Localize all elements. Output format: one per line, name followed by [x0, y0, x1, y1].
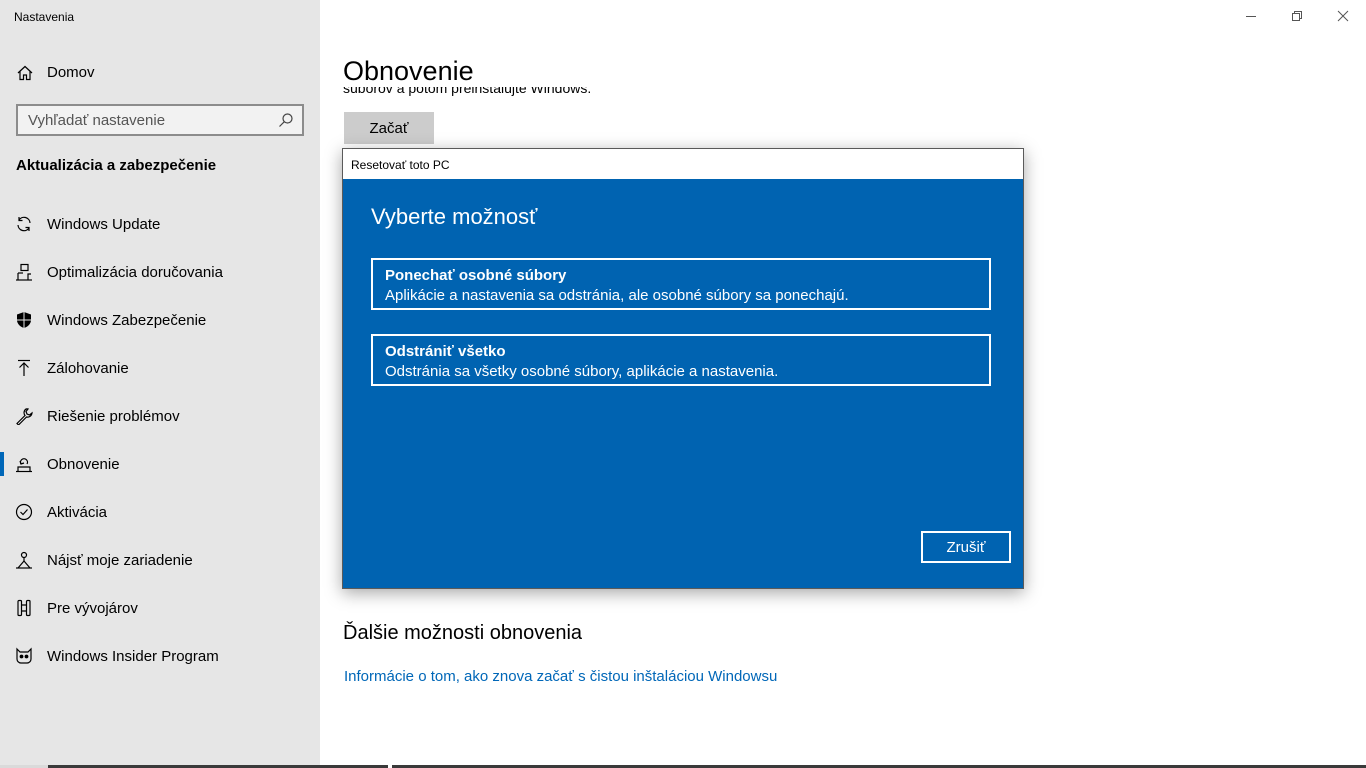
- sidebar-item-label: Pre vývojárov: [47, 600, 138, 617]
- sidebar-item-label: Windows Update: [47, 216, 161, 233]
- sidebar-item-label: Optimalizácia doručovania: [47, 264, 223, 281]
- sidebar-item-label: Nájsť moje zariadenie: [47, 552, 193, 569]
- close-icon: [1337, 10, 1349, 22]
- dialog-titlebar: Resetovať toto PC: [343, 149, 1023, 179]
- minimize-button[interactable]: [1228, 0, 1274, 32]
- start-button[interactable]: Začať: [344, 112, 434, 144]
- section-title: Aktualizácia a zabezpečenie: [16, 157, 217, 174]
- option-description: Odstránia sa všetky osobné súbory, aplik…: [385, 363, 779, 380]
- sidebar-item-windows-update[interactable]: Windows Update: [0, 200, 320, 248]
- sidebar-item-label: Aktivácia: [47, 504, 108, 521]
- page-title: Obnovenie: [343, 56, 474, 86]
- partial-description: súborov a potom preinštalujte Windows.: [343, 87, 592, 96]
- restore-icon: [1292, 11, 1302, 21]
- sidebar-item-find-device[interactable]: Nájsť moje zariadenie: [0, 536, 320, 584]
- refresh-icon: [15, 215, 33, 233]
- dialog-title: Resetovať toto PC: [351, 158, 450, 172]
- check-circle-icon: [15, 503, 33, 521]
- shield-icon: [15, 311, 33, 329]
- minimize-icon: [1246, 16, 1256, 17]
- search-input[interactable]: [18, 106, 272, 134]
- cancel-button[interactable]: Zrušiť: [921, 531, 1011, 563]
- sidebar-item-insider[interactable]: Windows Insider Program: [0, 632, 320, 680]
- option-title: Odstrániť všetko: [385, 343, 506, 360]
- home-icon: [16, 64, 34, 82]
- sidebar-item-backup[interactable]: Zálohovanie: [0, 344, 320, 392]
- keep-files-option[interactable]: Ponechať osobné súbory Aplikácie a nasta…: [371, 258, 991, 310]
- more-options-title: Ďalšie možnosti obnovenia: [343, 622, 583, 644]
- delivery-optimization-icon: [15, 263, 33, 281]
- sidebar-item-developers[interactable]: Pre vývojárov: [0, 584, 320, 632]
- sidebar-item-windows-security[interactable]: Windows Zabezpečenie: [0, 296, 320, 344]
- sidebar: Nastavenia Domov Aktualizácia a zabezpeč…: [0, 0, 320, 768]
- sidebar-item-activation[interactable]: Aktivácia: [0, 488, 320, 536]
- sidebar-item-label: Windows Zabezpečenie: [47, 312, 207, 329]
- search-icon[interactable]: [278, 112, 294, 128]
- sidebar-nav: Windows Update Optimalizácia doručovania…: [0, 200, 320, 680]
- sidebar-home[interactable]: Domov: [0, 56, 320, 90]
- clean-install-link[interactable]: Informácie o tom, ako znova začať s čist…: [344, 668, 777, 685]
- backup-arrow-icon: [15, 359, 33, 377]
- sidebar-item-label: Obnovenie: [47, 456, 120, 473]
- search-box[interactable]: [16, 104, 304, 136]
- sidebar-item-label: Riešenie problémov: [47, 408, 180, 425]
- person-pin-icon: [15, 551, 33, 569]
- sidebar-item-label: Windows Insider Program: [47, 648, 219, 665]
- dialog-heading: Vyberte možnosť: [371, 204, 538, 229]
- sidebar-item-delivery-optimization[interactable]: Optimalizácia doručovania: [0, 248, 320, 296]
- reset-pc-dialog: Resetovať toto PC Vyberte možnosť Ponech…: [342, 148, 1024, 589]
- app-title: Nastavenia: [14, 10, 75, 24]
- sidebar-item-troubleshoot[interactable]: Riešenie problémov: [0, 392, 320, 440]
- restore-button[interactable]: [1274, 0, 1320, 32]
- wrench-icon: [15, 407, 33, 426]
- sidebar-home-label: Domov: [47, 64, 95, 81]
- sidebar-item-label: Zálohovanie: [47, 360, 129, 377]
- option-description: Aplikácie a nastavenia sa odstránia, ale…: [385, 287, 849, 304]
- developer-icon: [15, 599, 33, 617]
- remove-everything-option[interactable]: Odstrániť všetko Odstránia sa všetky oso…: [371, 334, 991, 386]
- recovery-icon: [15, 455, 33, 473]
- close-button[interactable]: [1320, 0, 1366, 32]
- option-title: Ponechať osobné súbory: [385, 267, 567, 284]
- sidebar-item-recovery[interactable]: Obnovenie: [0, 440, 320, 488]
- insider-cat-icon: [15, 647, 33, 665]
